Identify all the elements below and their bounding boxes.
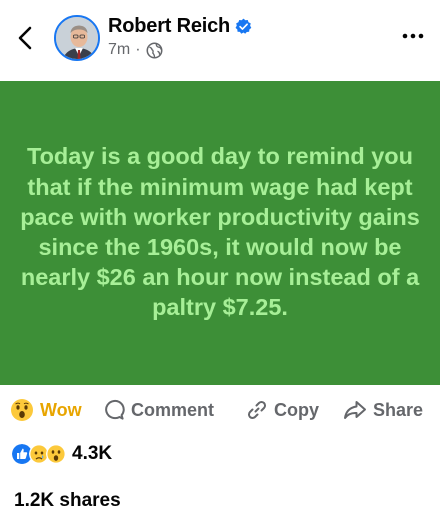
- post-text: Today is a good day to remind you that i…: [20, 143, 420, 321]
- wow-icon: [11, 399, 33, 421]
- share-button[interactable]: Share: [343, 390, 423, 430]
- reaction-count: 4.3K: [72, 443, 113, 464]
- post-meta: 7m ·: [108, 41, 163, 59]
- copy-link-button[interactable]: Copy: [246, 390, 319, 430]
- more-horizontal-icon[interactable]: [402, 32, 424, 40]
- post-header: Robert Reich 7m ·: [0, 0, 440, 80]
- reaction-summary[interactable]: 4.3K: [12, 442, 112, 466]
- author-name[interactable]: Robert Reich: [108, 15, 230, 38]
- action-bar: Wow Comment Copy Share: [0, 390, 440, 430]
- share-label: Share: [373, 399, 424, 420]
- wow-icon: [46, 444, 66, 464]
- post-text-card[interactable]: Today is a good day to remind you that i…: [0, 81, 440, 385]
- wow-label: Wow: [40, 399, 82, 420]
- chevron-left-icon[interactable]: [12, 22, 40, 54]
- link-icon: [247, 400, 267, 420]
- comment-button[interactable]: Comment: [103, 390, 214, 430]
- wow-reaction-button[interactable]: Wow: [10, 390, 82, 430]
- verified-badge-icon: [235, 18, 252, 34]
- comment-label: Comment: [131, 399, 215, 420]
- shares-count[interactable]: 1.2K shares: [14, 490, 121, 512]
- share-icon: [344, 401, 366, 419]
- meta-separator: ·: [135, 41, 141, 58]
- timestamp[interactable]: 7m: [108, 41, 130, 59]
- comment-icon: [105, 399, 125, 420]
- globe-icon: [146, 42, 163, 58]
- copy-label: Copy: [274, 399, 319, 420]
- avatar[interactable]: [54, 15, 100, 61]
